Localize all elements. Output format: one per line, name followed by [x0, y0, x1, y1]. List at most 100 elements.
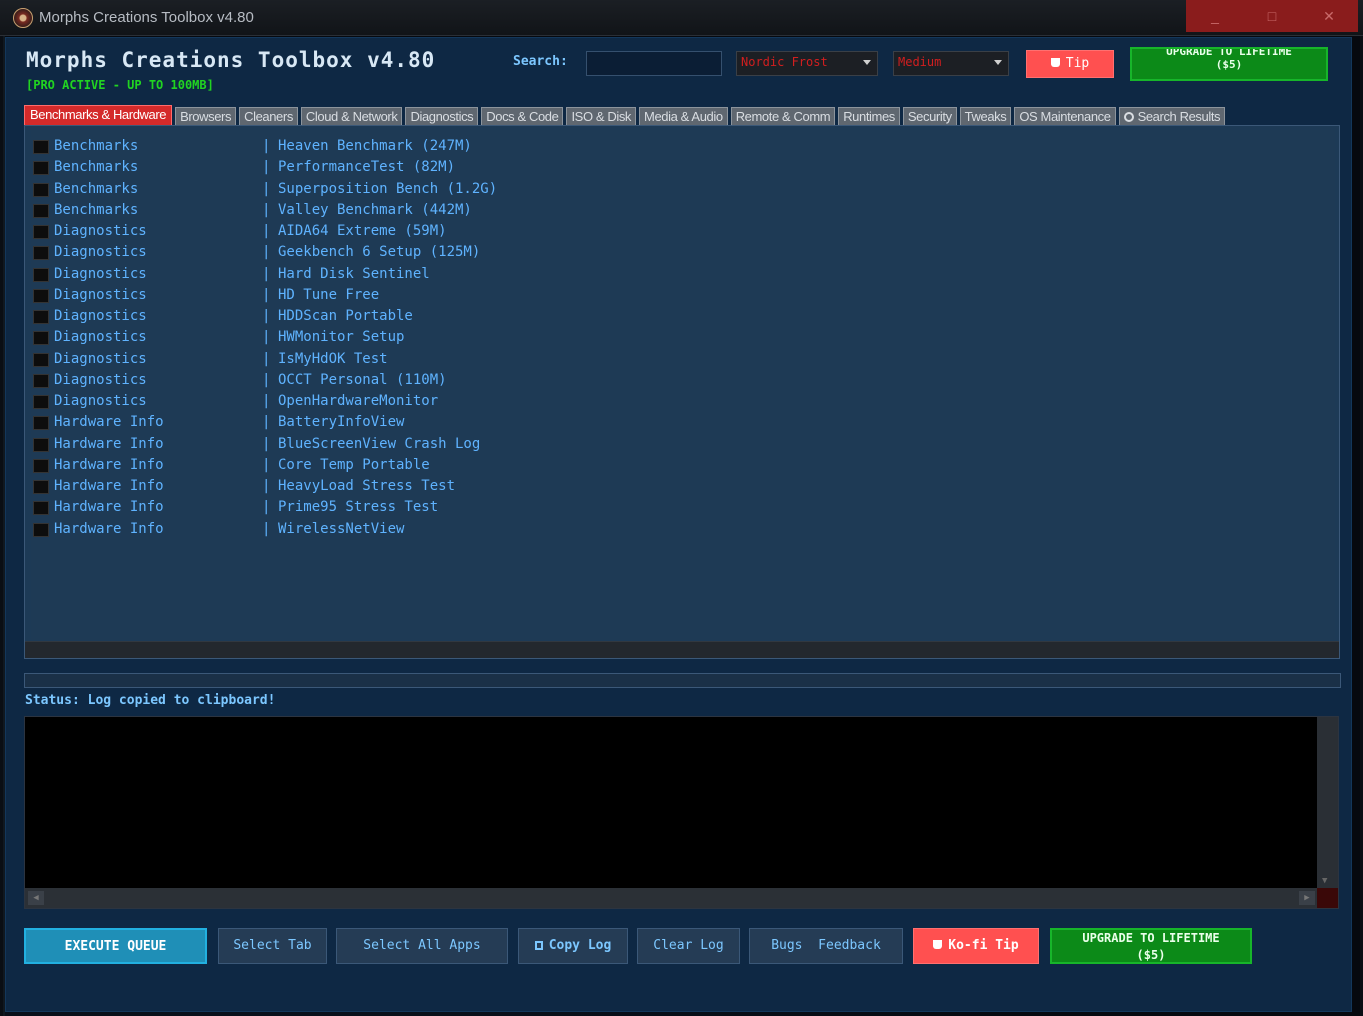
list-horizontal-scrollbar[interactable]	[25, 641, 1339, 658]
checkbox[interactable]	[33, 225, 49, 239]
checkbox[interactable]	[33, 267, 49, 282]
checkbox[interactable]	[33, 480, 49, 494]
list-item-separator: |	[262, 499, 271, 516]
tab-security[interactable]: Security	[902, 107, 957, 127]
list-item[interactable]: Hardware Info | WirelessNetView	[31, 519, 731, 540]
list-item[interactable]: Hardware Info | BatteryInfoView	[31, 412, 731, 433]
list-item-app: Geekbench 6 Setup (125M)	[278, 244, 481, 261]
list-item[interactable]: Hardware Info | HeavyLoad Stress Test	[31, 476, 731, 497]
list-item-separator: |	[262, 138, 271, 154]
list-item[interactable]: Diagnostics | HWMonitor Setup	[31, 327, 731, 348]
tab-label: Cloud & Network	[305, 109, 398, 124]
list-item[interactable]: Diagnostics | HDDScan Portable	[31, 306, 731, 327]
tip-button[interactable]: Tip	[1026, 50, 1114, 78]
checkbox[interactable]	[33, 458, 49, 473]
select-all-apps-button[interactable]: Select All Apps	[336, 928, 508, 964]
tab-remote-comm[interactable]: Remote & Comm	[730, 107, 836, 127]
list-item-app: Valley Benchmark (442M)	[278, 201, 472, 218]
list-item[interactable]: Hardware Info | Prime95 Stress Test	[31, 497, 731, 518]
upgrade-lifetime-button-top[interactable]: UPGRADE TO LIFETIME ($5)	[1130, 47, 1328, 81]
list-item[interactable]: Benchmarks | Valley Benchmark (442M)	[31, 200, 731, 221]
list-item-category: Diagnostics	[54, 308, 147, 324]
list-item[interactable]: Diagnostics | OpenHardwareMonitor	[31, 391, 731, 412]
checkbox[interactable]	[33, 161, 49, 176]
kofi-tip-button[interactable]: Ko-fi Tip	[913, 928, 1039, 964]
tab-cleaners[interactable]: Cleaners	[239, 107, 298, 127]
checkbox[interactable]	[33, 203, 49, 218]
theme-dropdown[interactable]: Nordic Frost	[736, 51, 878, 76]
maximize-button[interactable]: □	[1243, 0, 1301, 32]
list-item[interactable]: Hardware Info | Core Temp Portable	[31, 455, 731, 476]
kofi-tip-label: Ko-fi Tip	[948, 938, 1019, 953]
tab-browsers[interactable]: Browsers	[175, 107, 237, 127]
close-button[interactable]: ✕	[1300, 0, 1358, 32]
checkbox[interactable]	[33, 373, 49, 388]
list-item-separator: |	[262, 393, 271, 409]
list-item[interactable]: Benchmarks | Heaven Benchmark (247M)	[31, 136, 731, 157]
list-item-separator: |	[262, 244, 271, 261]
list-item-separator: |	[262, 456, 271, 473]
checkbox[interactable]	[33, 310, 49, 324]
tab-benchmarks-hardware[interactable]: Benchmarks & Hardware	[24, 105, 173, 127]
size-dropdown[interactable]: Medium	[893, 51, 1009, 76]
upgrade-lifetime-button[interactable]: UPGRADE TO LIFETIME ($5)	[1050, 928, 1252, 964]
list-item[interactable]: Diagnostics | IsMyHdOK Test	[31, 349, 731, 370]
checkbox[interactable]	[33, 140, 49, 154]
checkbox[interactable]	[33, 395, 49, 409]
clear-log-button[interactable]: Clear Log	[637, 928, 740, 964]
tab-search-results[interactable]: Search Results	[1118, 107, 1226, 127]
list-item[interactable]: Hardware Info | BlueScreenView Crash Log	[31, 434, 731, 455]
list-item-category: Benchmarks	[54, 201, 139, 218]
tab-tweaks[interactable]: Tweaks	[959, 107, 1012, 127]
log-horizontal-scrollbar[interactable]: ◀ ▶	[25, 888, 1318, 908]
checkbox[interactable]	[33, 331, 49, 346]
progress-bar	[24, 673, 1341, 688]
scroll-down-icon[interactable]: ▼	[1322, 876, 1332, 888]
tab-cloud-network[interactable]: Cloud & Network	[300, 107, 403, 127]
list-item-separator: |	[262, 414, 271, 431]
checkbox[interactable]	[33, 437, 49, 452]
list-item-app: IsMyHdOK Test	[278, 350, 388, 367]
tab-label: Benchmarks & Hardware	[30, 107, 167, 122]
tab-diagnostics[interactable]: Diagnostics	[405, 107, 479, 127]
checkbox[interactable]	[33, 182, 49, 197]
checkbox[interactable]	[33, 352, 49, 367]
tab-runtimes[interactable]: Runtimes	[838, 107, 900, 127]
chevron-down-icon	[994, 60, 1002, 65]
execute-queue-button[interactable]: EXECUTE QUEUE	[24, 928, 207, 964]
log-output[interactable]: ▼ ◀ ▶	[24, 716, 1339, 909]
list-item-category: Benchmarks	[54, 159, 139, 176]
bugs-feedback-button[interactable]: Bugs Feedback	[749, 928, 903, 964]
coffee-cup-icon	[933, 940, 943, 949]
list-item-separator: |	[262, 286, 271, 303]
checkbox[interactable]	[33, 416, 49, 431]
list-item[interactable]: Diagnostics | AIDA64 Extreme (59M)	[31, 221, 731, 242]
list-item[interactable]: Benchmarks | Superposition Bench (1.2G)	[31, 179, 731, 200]
theme-dropdown-value: Nordic Frost	[741, 55, 828, 69]
copy-log-label: Copy Log	[548, 938, 612, 953]
log-vertical-scrollbar[interactable]: ▼	[1317, 717, 1338, 890]
list-item[interactable]: Benchmarks | PerformanceTest (82M)	[31, 157, 731, 178]
minimize-button[interactable]: _	[1186, 0, 1244, 32]
scroll-left-icon[interactable]: ◀	[28, 891, 44, 905]
list-item-category: Diagnostics	[54, 350, 147, 367]
checkbox[interactable]	[33, 288, 49, 303]
scroll-right-icon[interactable]: ▶	[1299, 891, 1315, 905]
checkbox[interactable]	[33, 522, 49, 537]
tab-media-audio[interactable]: Media & Audio	[639, 107, 728, 127]
checkbox[interactable]	[33, 501, 49, 516]
tab-label: Search Results	[1137, 109, 1221, 124]
list-item[interactable]: Diagnostics | Geekbench 6 Setup (125M)	[31, 242, 731, 263]
tab-label: ISO & Disk	[571, 109, 632, 124]
tab-docs-code[interactable]: Docs & Code	[481, 107, 564, 127]
search-input[interactable]	[586, 51, 722, 76]
checkbox[interactable]	[33, 246, 49, 261]
list-item[interactable]: Diagnostics | OCCT Personal (110M)	[31, 370, 731, 391]
tab-iso-disk[interactable]: ISO & Disk	[566, 107, 637, 127]
list-item[interactable]: Diagnostics | HD Tune Free	[31, 285, 731, 306]
copy-log-button[interactable]: Copy Log	[518, 928, 628, 964]
list-item[interactable]: Diagnostics | Hard Disk Sentinel	[31, 264, 731, 285]
search-label: Search:	[513, 54, 568, 69]
select-tab-button[interactable]: Select Tab	[218, 928, 327, 964]
tab-os-maintenance[interactable]: OS Maintenance	[1014, 107, 1116, 127]
